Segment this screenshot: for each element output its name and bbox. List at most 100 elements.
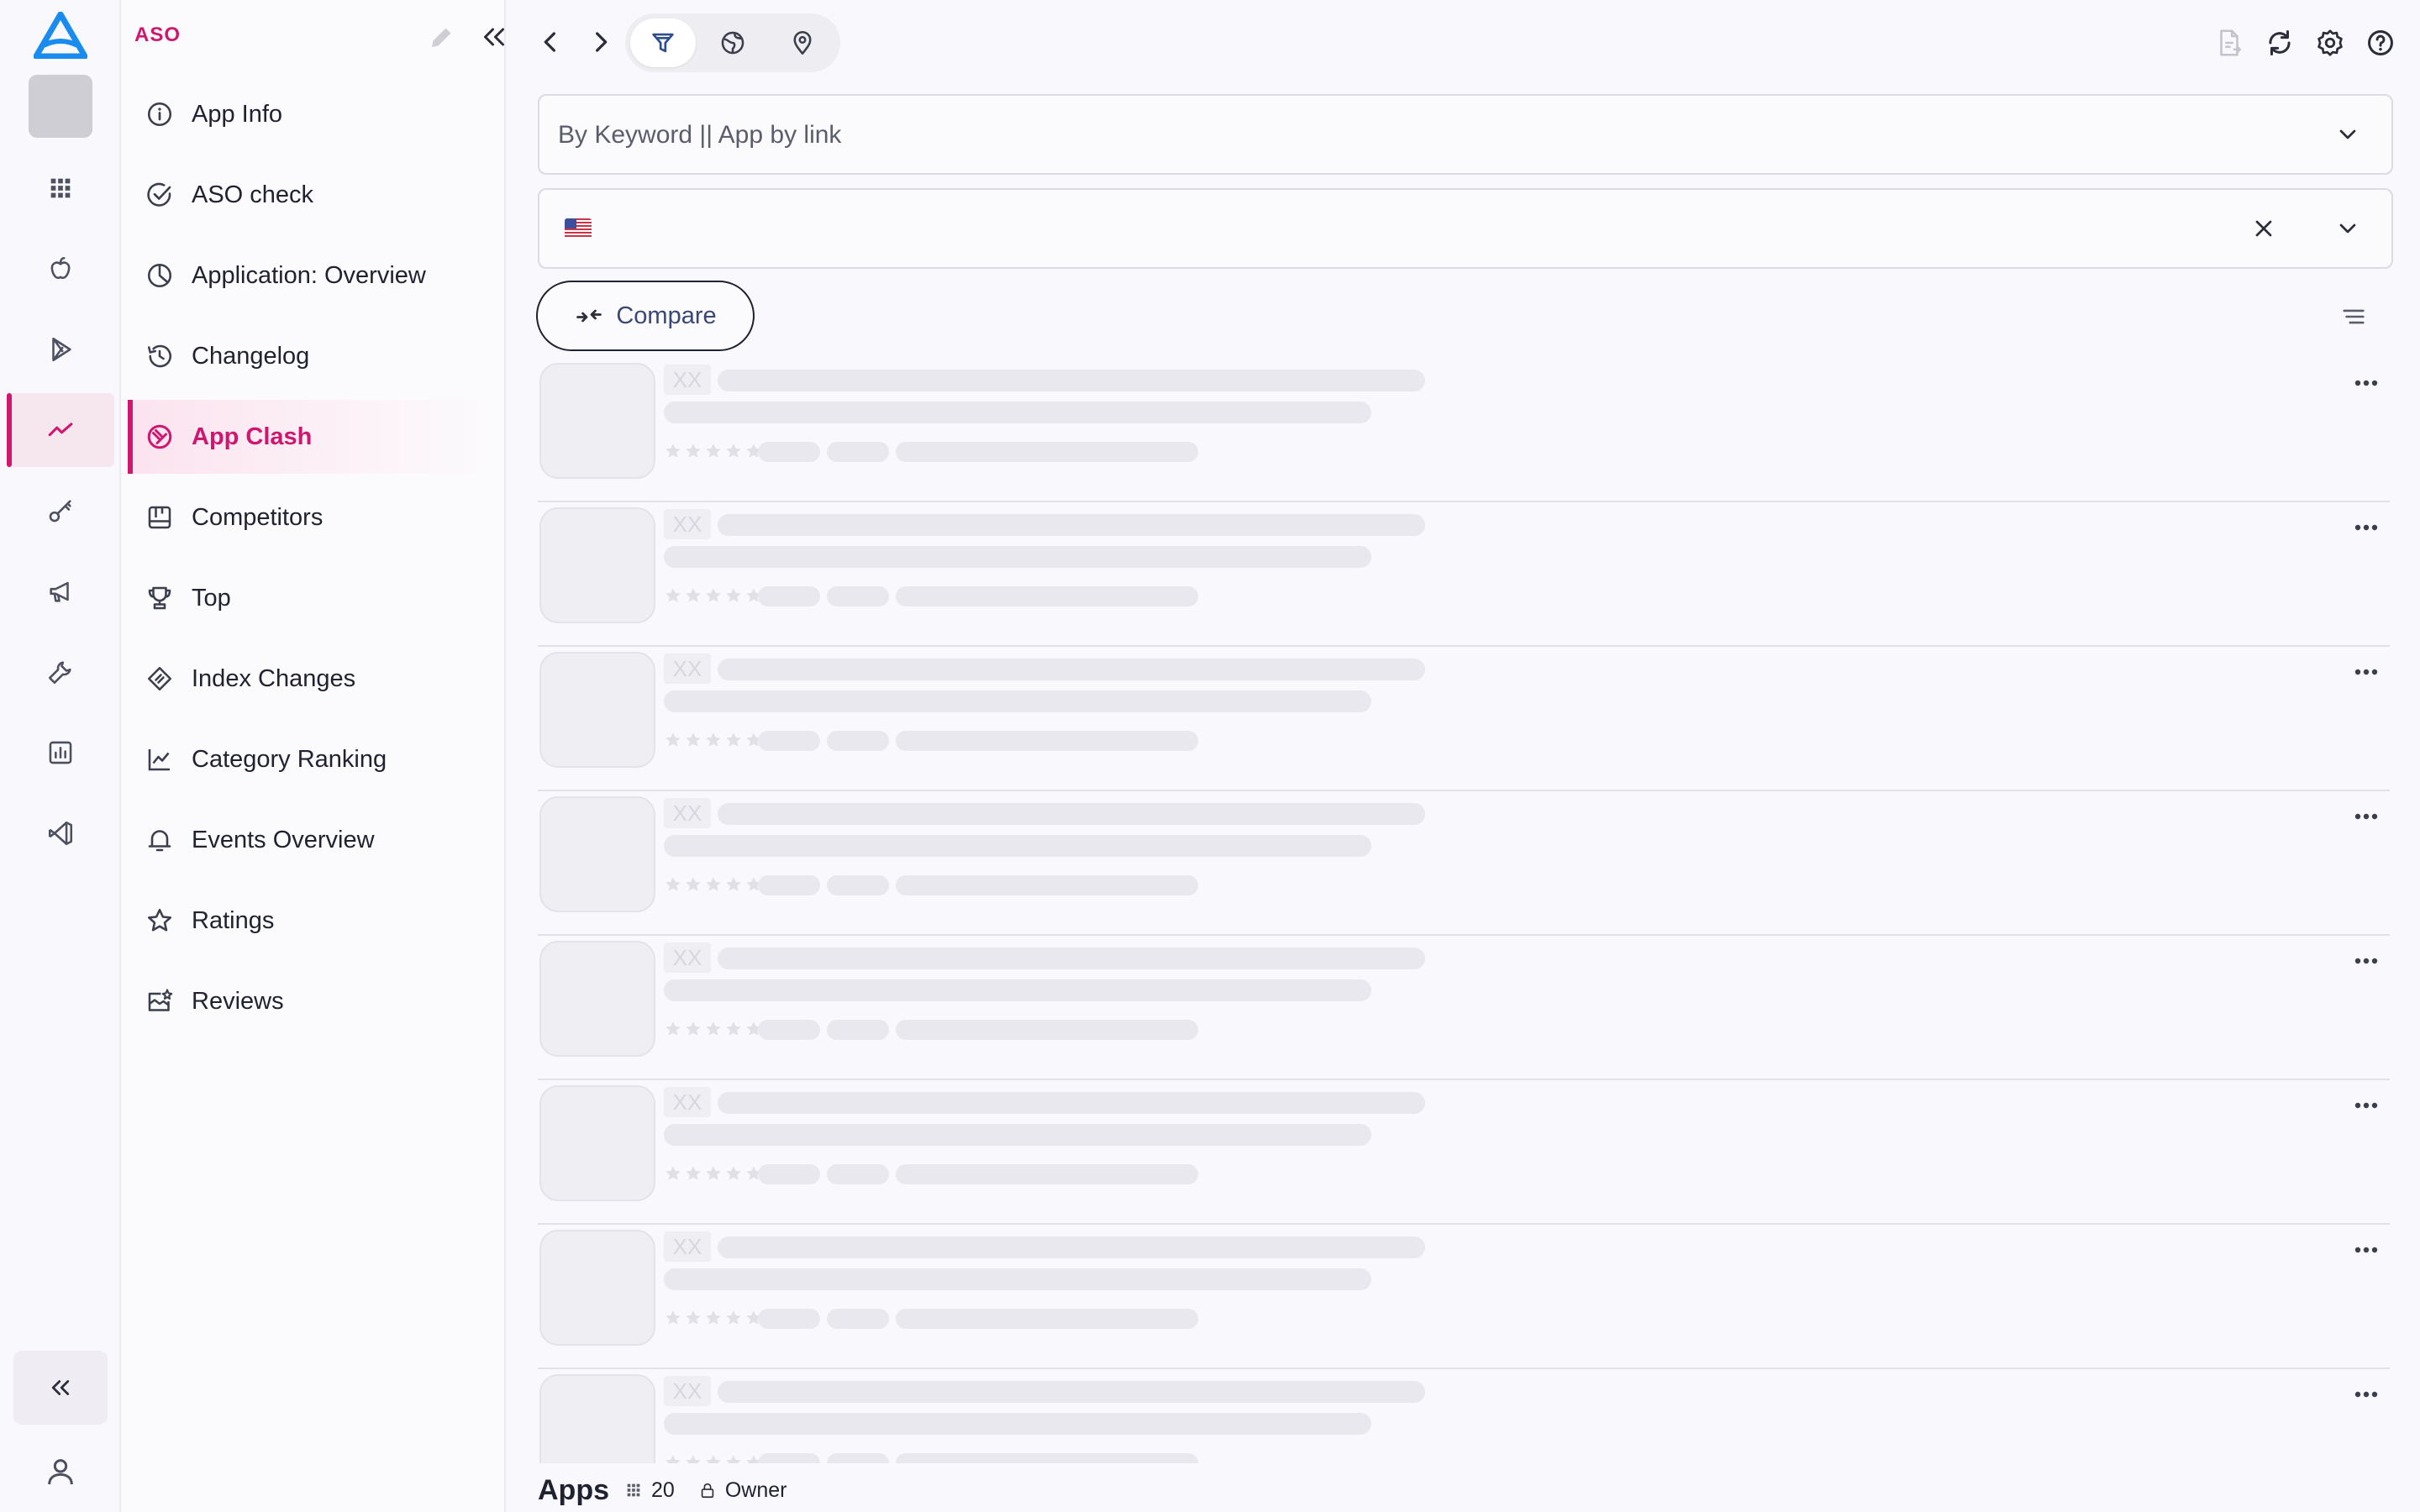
sidebar-item-events-overview[interactable]: Events Overview [128,803,487,877]
meta-skeleton [758,586,820,606]
meta-skeleton [758,1309,820,1329]
more-options-icon[interactable] [2351,665,2381,679]
list-item[interactable]: XX [538,358,2390,502]
list-item[interactable]: XX [538,1369,2390,1463]
collapse-sidebar-icon[interactable] [479,22,509,52]
more-options-icon[interactable] [2351,521,2381,534]
refresh-icon[interactable] [2264,27,2296,59]
clear-icon[interactable] [2250,215,2277,242]
meta-skeleton [896,1164,1198,1184]
subtitle-skeleton [664,690,1371,712]
meta-skeleton [827,875,889,895]
list-item[interactable]: XX [538,502,2390,647]
rail-item-trend[interactable] [7,393,114,467]
sidebar-item-ratings[interactable]: Ratings [128,884,487,958]
sidebar-item-label: App Clash [192,423,313,450]
list-item[interactable]: XX [538,647,2390,791]
settings-icon[interactable] [2314,27,2346,59]
sidebar-item-reviews[interactable]: Reviews [128,964,487,1038]
subtitle-skeleton [664,835,1371,857]
title-skeleton [718,803,1425,825]
rail-item-vscode[interactable] [7,796,114,870]
rank-placeholder: XX [664,798,711,828]
check-circle-icon [147,182,171,207]
sidebar-item-competitors[interactable]: Competitors [128,480,487,554]
more-options-icon[interactable] [2351,1099,2381,1112]
sidebar-item-changelog[interactable]: Changelog [128,319,487,393]
view-segmented-control [625,13,840,72]
keyword-app-select[interactable]: By Keyword || App by link [538,94,2393,175]
rating-stars-placeholder [664,875,763,894]
more-options-icon[interactable] [2351,1243,2381,1257]
sidebar-item-app-info[interactable]: App Info [128,77,487,151]
help-icon[interactable] [2365,27,2396,59]
sidebar-header: ASO [134,20,504,54]
title-skeleton [718,948,1425,969]
location-segment[interactable] [770,18,835,67]
rail-item-key[interactable] [7,474,114,548]
country-select[interactable] [538,188,2393,269]
chevron-left-icon [544,32,555,52]
list-options-icon[interactable] [2339,302,2368,331]
filter-segment[interactable] [630,18,696,67]
forward-button[interactable] [583,25,617,59]
app-icon-placeholder [539,1085,655,1201]
sidebar-item-app-clash[interactable]: App Clash [128,400,487,474]
more-options-icon[interactable] [2351,1388,2381,1401]
index-changes-icon [147,666,172,691]
globe-icon [721,31,744,55]
back-button[interactable] [534,25,568,59]
rank-placeholder: XX [664,509,711,539]
pie-chart-icon [147,263,172,288]
main-content: By Keyword || App by link Compare XX XX XX… [508,0,2420,1512]
owner-label: Owner [724,1478,787,1502]
star-icon [147,908,172,932]
rail-item-grid[interactable] [7,151,114,225]
compare-button[interactable]: Compare [536,281,755,351]
rail-collapse-button[interactable] [13,1351,108,1425]
edit-icon[interactable] [427,22,457,52]
project-avatar[interactable] [29,75,92,138]
sidebar-item-label: Changelog [192,342,310,370]
sidebar-item-category-ranking[interactable]: Category Ranking [128,722,487,796]
list-item[interactable]: XX [538,791,2390,936]
list-item[interactable]: XX [538,1225,2390,1369]
sidebar-item-label: Reviews [192,987,284,1015]
rating-stars-placeholder [664,731,763,749]
grid-icon [50,178,71,198]
sidebar-item-label: Top [192,584,231,612]
globe-segment[interactable] [700,18,765,67]
sidebar-item-label: Competitors [192,503,324,531]
meta-skeleton [827,1309,889,1329]
sidebar-item-index-changes[interactable]: Index Changes [128,642,487,716]
us-flag-icon [565,218,592,239]
chevron-down-icon[interactable] [2334,121,2361,148]
grid-icon [627,1483,640,1497]
app-icon-placeholder [539,1374,655,1463]
apps-count: 20 [651,1478,675,1502]
rail-item-wrench[interactable] [7,635,114,709]
rail-item-google-play[interactable] [7,312,114,386]
sidebar-item-aso-check[interactable]: ASO check [128,158,487,232]
app-icon-placeholder [539,941,655,1057]
rail-item-apple[interactable] [7,232,114,306]
more-options-icon[interactable] [2351,810,2381,823]
more-options-icon[interactable] [2351,376,2381,390]
sidebar-item-label: App Info [192,100,283,128]
export-file-icon[interactable] [2213,27,2245,59]
more-options-icon[interactable] [2351,954,2381,968]
location-pin-icon [793,30,812,55]
rail-item-bar-chart[interactable] [7,716,114,790]
sidebar-item-label: ASO check [192,181,314,208]
user-icon[interactable] [44,1455,77,1488]
list-item[interactable]: XX [538,1080,2390,1225]
app-icon-placeholder [539,363,655,479]
sidebar-item-top[interactable]: Top [128,561,487,635]
list-item[interactable]: XX [538,936,2390,1080]
meta-skeleton [758,1453,820,1463]
rail-item-megaphone[interactable] [7,554,114,628]
sidebar-item-application-overview[interactable]: Application: Overview [128,239,487,312]
competitors-icon [148,506,171,529]
brand-logo-icon[interactable] [34,12,87,59]
chevron-down-icon[interactable] [2334,215,2361,242]
